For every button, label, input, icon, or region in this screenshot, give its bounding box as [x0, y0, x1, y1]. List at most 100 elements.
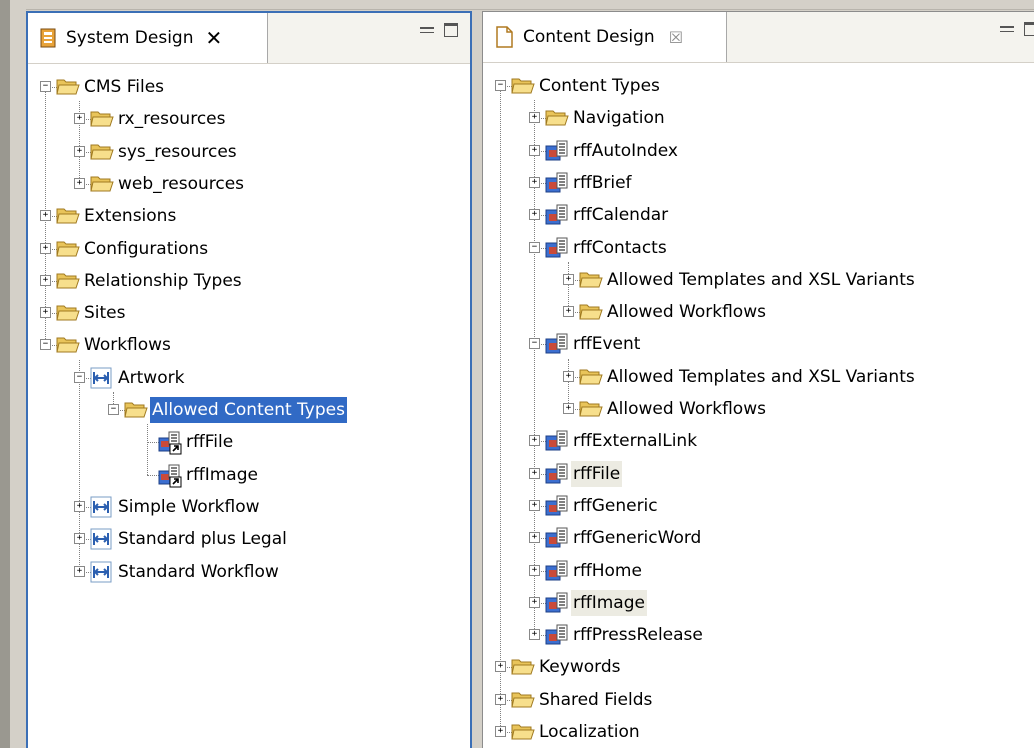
- collapse-icon[interactable]: −: [40, 339, 51, 351]
- tree-item[interactable]: + Allowed Templates and XSL Variants: [483, 361, 1034, 393]
- tree-item[interactable]: + rx_resources: [28, 103, 470, 135]
- tree-item[interactable]: + Allowed Templates and XSL Variants: [483, 264, 1034, 296]
- collapse-icon[interactable]: −: [495, 80, 506, 91]
- tree-item[interactable]: + Keywords: [483, 651, 1034, 683]
- workflow-icon: [90, 367, 114, 389]
- tree-item[interactable]: + rffAutoIndex: [483, 135, 1034, 167]
- expand-icon[interactable]: +: [563, 403, 574, 414]
- tree-item[interactable]: + Relationship Types: [28, 265, 470, 297]
- expand-icon[interactable]: +: [74, 113, 85, 125]
- tab-system-design[interactable]: System Design ✕: [28, 13, 268, 63]
- collapse-icon[interactable]: −: [529, 241, 540, 253]
- expand-icon[interactable]: +: [495, 661, 506, 673]
- folder-icon: [511, 75, 535, 97]
- tab-label: System Design: [66, 28, 194, 48]
- system-design-view: System Design ✕ − CMS Files + rx_resources +…: [26, 11, 472, 748]
- tree-item[interactable]: + Extensions: [28, 200, 470, 232]
- expand-icon[interactable]: +: [495, 726, 506, 737]
- tree-item[interactable]: + Localization: [483, 716, 1034, 748]
- tree-item-label: rffImage: [571, 589, 647, 616]
- tree-item[interactable]: rffFile: [28, 426, 470, 458]
- expand-icon[interactable]: +: [529, 629, 540, 641]
- expand-icon[interactable]: +: [529, 435, 540, 447]
- tree-item[interactable]: − rffEvent: [483, 328, 1034, 360]
- tree-item[interactable]: − Artwork: [28, 362, 470, 394]
- tree-item[interactable]: + rffImage: [483, 587, 1034, 619]
- tree-item[interactable]: + Shared Fields: [483, 684, 1034, 716]
- expand-icon[interactable]: +: [495, 693, 506, 705]
- tree-item[interactable]: + Standard Workflow: [28, 556, 470, 588]
- expand-icon[interactable]: +: [529, 596, 540, 608]
- expand-icon[interactable]: +: [74, 500, 85, 512]
- minimize-icon[interactable]: [420, 27, 434, 33]
- tree-item-label: rffFile: [571, 460, 623, 487]
- collapse-icon[interactable]: −: [108, 404, 119, 415]
- folder-icon: [511, 721, 535, 743]
- tree-item[interactable]: + Navigation: [483, 102, 1034, 134]
- expand-icon[interactable]: +: [74, 145, 85, 157]
- view-controls: [1000, 22, 1034, 36]
- tab-content-design[interactable]: Content Design ☒: [483, 12, 727, 62]
- expand-icon[interactable]: +: [529, 176, 540, 188]
- content-type-icon: [545, 172, 569, 194]
- expand-icon[interactable]: +: [529, 532, 540, 544]
- expand-icon[interactable]: +: [563, 273, 574, 285]
- tree-item[interactable]: − Allowed Content Types: [28, 394, 470, 426]
- maximize-icon[interactable]: [444, 23, 458, 37]
- tree-item[interactable]: − CMS Files: [28, 71, 470, 103]
- expand-icon[interactable]: +: [529, 209, 540, 221]
- tree-item[interactable]: + rffCalendar: [483, 199, 1034, 231]
- tree-item[interactable]: + rffBrief: [483, 167, 1034, 199]
- content-design-icon: [496, 26, 513, 48]
- tree-item[interactable]: + rffHome: [483, 555, 1034, 587]
- tree-item[interactable]: + Allowed Workflows: [483, 393, 1034, 425]
- tree-item-label: Workflows: [84, 335, 171, 356]
- content-type-icon: [545, 560, 569, 582]
- expand-icon[interactable]: +: [74, 565, 85, 577]
- tree-item[interactable]: + Simple Workflow: [28, 491, 470, 523]
- tree-item[interactable]: + Allowed Workflows: [483, 296, 1034, 328]
- expand-icon[interactable]: +: [74, 177, 85, 189]
- maximize-icon[interactable]: [1024, 22, 1034, 36]
- tree-item-label: Allowed Content Types: [150, 397, 347, 423]
- collapse-icon[interactable]: −: [40, 81, 51, 92]
- expand-icon[interactable]: +: [529, 467, 540, 479]
- expand-icon[interactable]: +: [74, 533, 85, 545]
- tree-item[interactable]: + Sites: [28, 297, 470, 329]
- tree-item[interactable]: − Workflows: [28, 329, 470, 361]
- tree-item[interactable]: rffImage: [28, 459, 470, 491]
- folder-icon: [90, 141, 114, 163]
- expand-icon[interactable]: +: [529, 112, 540, 124]
- tree-item[interactable]: + Standard plus Legal: [28, 523, 470, 555]
- tree-item[interactable]: + rffGeneric: [483, 490, 1034, 522]
- tree-item[interactable]: + rffExternalLink: [483, 425, 1034, 457]
- tree-item-label: rffExternalLink: [573, 431, 698, 452]
- tree-item-label: Navigation: [573, 108, 665, 129]
- expand-icon[interactable]: +: [529, 564, 540, 576]
- collapse-icon[interactable]: −: [74, 371, 85, 383]
- collapse-icon[interactable]: −: [529, 338, 540, 350]
- expand-icon[interactable]: +: [529, 144, 540, 156]
- tree-item[interactable]: + rffFile: [483, 458, 1034, 490]
- close-icon[interactable]: ☒: [669, 28, 683, 47]
- minimize-icon[interactable]: [1000, 26, 1014, 32]
- expand-icon[interactable]: +: [40, 274, 51, 286]
- folder-icon: [511, 656, 535, 678]
- tree-item-label: Content Types: [539, 76, 660, 96]
- expand-icon[interactable]: +: [40, 210, 51, 222]
- tree-item[interactable]: − Content Types: [483, 70, 1034, 102]
- tree-item[interactable]: − rffContacts: [483, 232, 1034, 264]
- tree-item[interactable]: + Configurations: [28, 233, 470, 265]
- tree-item[interactable]: + rffPressRelease: [483, 619, 1034, 651]
- tree-item[interactable]: + sys_resources: [28, 136, 470, 168]
- expand-icon[interactable]: +: [563, 370, 574, 382]
- tree-item[interactable]: + web_resources: [28, 168, 470, 200]
- tree-item[interactable]: + rffGenericWord: [483, 522, 1034, 554]
- expand-icon[interactable]: +: [40, 307, 51, 319]
- expand-icon[interactable]: +: [563, 306, 574, 318]
- close-icon[interactable]: ✕: [206, 26, 223, 50]
- folder-icon: [511, 689, 535, 711]
- folder-icon: [56, 334, 80, 356]
- expand-icon[interactable]: +: [529, 499, 540, 511]
- expand-icon[interactable]: +: [40, 242, 51, 254]
